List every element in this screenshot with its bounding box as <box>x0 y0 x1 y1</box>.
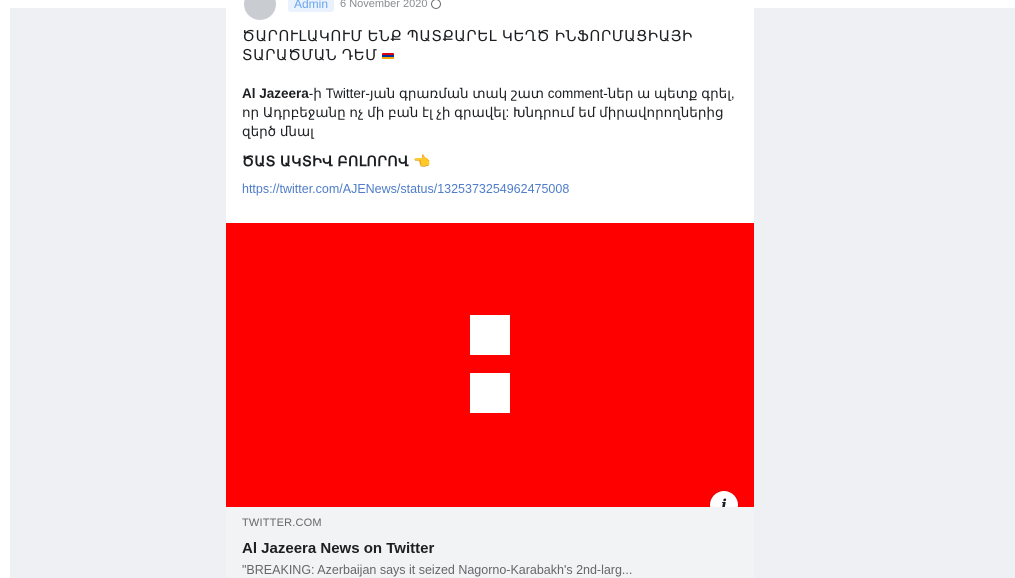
post-meta: 6 November 2020 <box>340 0 442 10</box>
headline-text: ԾԱՐՈՒԼԱԿՈՒՄ ԵՆՔ ՊԱՏՔԱՐԵԼ ԿԵՂԾ ԻՆՖՈՐՄԱՑԻԱ… <box>242 28 693 64</box>
preview-domain: TWITTER.COM <box>242 517 322 529</box>
post-body: Al Jazeera-ի Twitter-յան գրառման տակ շատ… <box>242 84 738 141</box>
globe-icon <box>431 0 442 9</box>
body-prefix: Al Jazeera <box>242 86 309 101</box>
cta-text: ԾԱՏ ԱԿՏԻՎ ԲՈԼՈՐՈՎ <box>242 153 410 169</box>
logo-square-bottom <box>470 373 510 413</box>
link-preview[interactable]: TWITTER.COM Al Jazeera News on Twitter "… <box>226 507 754 578</box>
flag-icon <box>382 53 395 60</box>
post-card: Admin 6 November 2020 ԾԱՐՈՒԼԱԿՈՒՄ ԵՆՔ ՊԱ… <box>226 0 754 578</box>
preview-title[interactable]: Al Jazeera News on Twitter <box>242 540 434 557</box>
post-headline: ԾԱՐՈՒԼԱԿՈՒՄ ԵՆՔ ՊԱՏՔԱՐԵԼ ԿԵՂԾ ԻՆՖՈՐՄԱՑԻԱ… <box>242 27 732 65</box>
pointing-hand-icon: 👈 <box>413 153 431 169</box>
logo-square-top <box>470 315 510 355</box>
tweet-link[interactable]: https://twitter.com/AJENews/status/13253… <box>242 182 569 196</box>
call-to-action: ԾԱՏ ԱԿՏԻՎ ԲՈԼՈՐՈՎ 👈 <box>242 153 431 170</box>
media-image[interactable]: i <box>226 223 754 519</box>
author-name[interactable]: Admin <box>288 0 335 12</box>
post-header: Admin 6 November 2020 <box>244 0 442 20</box>
preview-description: "BREAKING: Azerbaijan says it seized Nag… <box>242 563 633 577</box>
post-date[interactable]: 6 November 2020 <box>340 0 427 10</box>
body-text: -ի Twitter-յան գրառման տակ շատ comment-ն… <box>242 86 735 139</box>
avatar[interactable] <box>244 0 276 20</box>
